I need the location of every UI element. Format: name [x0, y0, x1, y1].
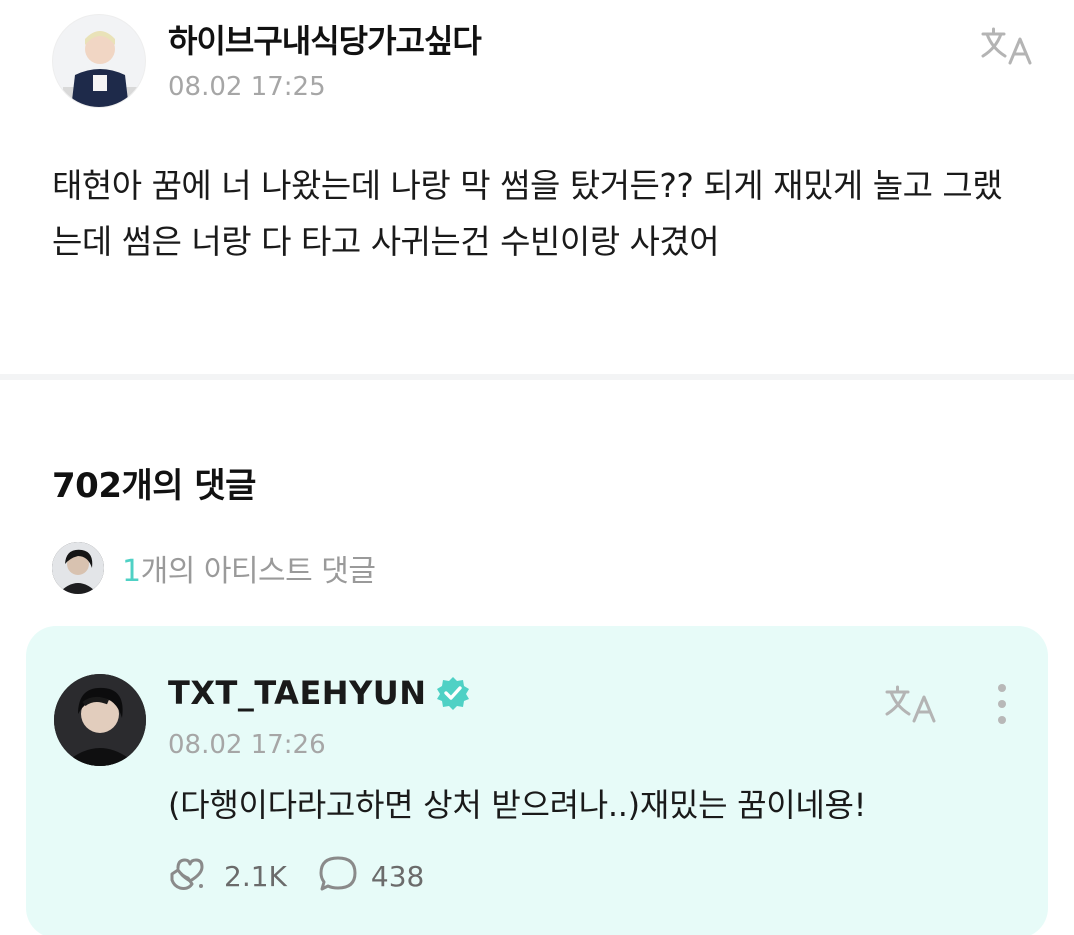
artist-summary-text: 1개의 아티스트 댓글: [122, 546, 376, 590]
like-button[interactable]: 2.1K: [168, 854, 287, 898]
artist-comments-summary[interactable]: 1개의 아티스트 댓글: [52, 540, 552, 596]
post-author-avatar[interactable]: [52, 14, 146, 108]
post-detail-page: 하이브구내식당가고싶다 08.02 17:25 태현아 꿈에 너 나왔는데 나랑…: [0, 0, 1074, 935]
artist-comment-text: (다행이다라고하면 상처 받으려나..)재밌는 꿈이네용!: [168, 786, 867, 824]
artist-summary-label: 개의 아티스트 댓글: [140, 554, 376, 589]
artist-summary-avatar: [52, 542, 104, 594]
post-author-name[interactable]: 하이브구내식당가고싶다: [168, 16, 482, 62]
reply-button[interactable]: 438: [317, 854, 424, 898]
post-body: 태현아 꿈에 너 나왔는데 나랑 막 썸을 탔거든?? 되게 재밌게 놀고 그랬…: [52, 166, 1003, 261]
translate-icon[interactable]: [884, 676, 940, 732]
post-header: 하이브구내식당가고싶다 08.02 17:25: [52, 14, 1032, 114]
post-timestamp: 08.02 17:25: [168, 72, 326, 102]
more-vertical-icon[interactable]: [986, 678, 1018, 730]
reply-count: 438: [370, 859, 425, 893]
artist-comment-actions: 2.1K 438: [168, 852, 454, 900]
heart-hand-icon: [168, 854, 212, 898]
verified-badge-icon: [435, 675, 471, 711]
speech-bubble-icon: [317, 854, 359, 898]
artist-author[interactable]: TXT_TAEHYUN: [168, 674, 471, 712]
section-divider: [0, 374, 1074, 380]
comment-count-heading: 702개의 댓글: [52, 466, 256, 506]
translate-icon[interactable]: [980, 18, 1036, 74]
artist-avatar[interactable]: [54, 674, 146, 766]
artist-comment-card: TXT_TAEHYUN 08.02 17:26 (다행이다라고하면 상처 받으려…: [26, 626, 1048, 935]
artist-author-name[interactable]: TXT_TAEHYUN: [168, 674, 427, 712]
like-count: 2.1K: [224, 859, 287, 893]
artist-comment-timestamp: 08.02 17:26: [168, 730, 326, 760]
artist-comment-count: 1: [122, 554, 141, 589]
